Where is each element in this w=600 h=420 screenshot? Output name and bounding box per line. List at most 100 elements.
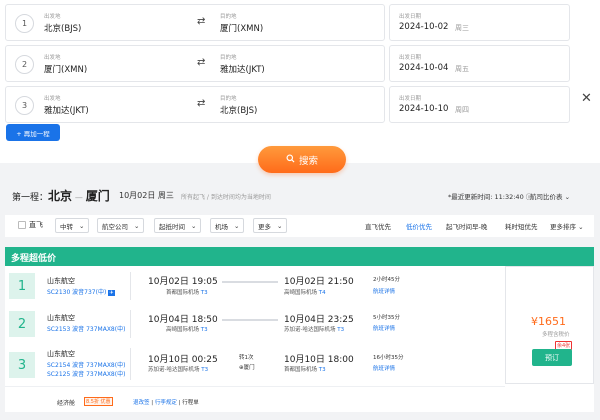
- departure-airport: 高崎国际机场 T3: [166, 327, 208, 333]
- filter-airport[interactable]: 机场 ⌄: [210, 218, 245, 233]
- route-line: [222, 319, 278, 321]
- sort-direct[interactable]: 直飞优先: [365, 221, 391, 231]
- leg-row: 3 山东航空 SC2154 波音 737MAX8(中) SC2125 波音 73…: [5, 344, 505, 386]
- divider: [130, 272, 131, 300]
- search-form-panel: 1 出发地 北京(BJS) ⇄ 目的地 厦门(XMN) 出发日期 2024-10…: [0, 0, 600, 163]
- stop-city: ⊕厦门: [239, 365, 255, 371]
- weekday: 周五: [455, 65, 469, 73]
- divider: [130, 348, 131, 380]
- swap-arrows-icon[interactable]: ⇄: [197, 57, 205, 68]
- weekday: 周四: [455, 106, 469, 114]
- trip-title: 第一程：北京 — 厦门: [12, 187, 110, 204]
- date-field[interactable]: 2024-10-04: [399, 63, 448, 73]
- flight-number: SC2154 波音 737MAX8(中): [47, 362, 126, 369]
- leg-number: 3: [9, 352, 35, 378]
- trip-number: 2: [15, 55, 34, 74]
- swap-arrows-icon[interactable]: ⇄: [197, 98, 205, 109]
- duration: 16小时35分: [373, 355, 404, 361]
- date-field[interactable]: 2024-10-02: [399, 22, 448, 32]
- filter-transfer[interactable]: 中转 ⌄: [55, 218, 90, 233]
- filter-more[interactable]: 更多 ⌄: [253, 218, 288, 233]
- airline-name: 山东航空: [47, 314, 75, 322]
- weekday: 周三: [455, 24, 469, 32]
- to-field[interactable]: 雅加达(JKT): [220, 63, 265, 75]
- airline-name: 山东航空: [47, 277, 75, 285]
- to-label: 目的地: [220, 14, 237, 20]
- sort-more[interactable]: 更多排序 ⌄: [550, 221, 584, 231]
- flight-details-link[interactable]: 航班详情: [373, 287, 395, 295]
- chevron-down-icon: ⌄: [277, 221, 283, 230]
- to-field[interactable]: 北京(BJS): [220, 104, 257, 116]
- date-field[interactable]: 2024-10-10: [399, 104, 448, 114]
- duration: 2小时45分: [373, 277, 400, 283]
- trip-date: 10月02日 周三: [119, 191, 174, 200]
- to-field[interactable]: 厦门(XMN): [220, 22, 263, 34]
- from-field[interactable]: 北京(BJS): [44, 22, 81, 34]
- route-card[interactable]: 1 出发地 北京(BJS) ⇄ 目的地 厦门(XMN): [5, 4, 385, 41]
- filter-time[interactable]: 起抵时间 ⌄: [154, 218, 202, 233]
- chevron-down-icon: ⌄: [79, 221, 85, 230]
- filter-bar: 直飞 中转 ⌄ 航空公司 ⌄ 起抵时间 ⌄ 机场 ⌄ 更多 ⌄ 直飞优先 低价优先 起飞时…: [5, 215, 594, 237]
- plane-icon: ✈: [108, 290, 115, 296]
- date-label: 出发日期: [399, 14, 422, 20]
- swap-arrows-icon[interactable]: ⇄: [197, 16, 205, 27]
- sort-duration[interactable]: 耗时短优先: [505, 221, 538, 231]
- search-button[interactable]: 搜索: [258, 146, 346, 173]
- flight-details-link[interactable]: 航班详情: [373, 364, 395, 372]
- date-card[interactable]: 出发日期 2024-10-04 周五: [389, 45, 570, 82]
- from-field[interactable]: 雅加达(JKT): [44, 104, 89, 116]
- trip-row-3: 3 出发地 雅加达(JKT) ⇄ 目的地 北京(BJS) 出发日期 2024-1…: [5, 86, 594, 123]
- date-card[interactable]: 出发日期 2024-10-02 周三: [389, 4, 570, 41]
- flight-number: SC2153 波音 737MAX8(中): [47, 326, 126, 333]
- to-label: 目的地: [220, 96, 237, 102]
- arrival-time: 10月04日 23:25: [284, 315, 354, 325]
- departure-time: 10月10日 00:25: [148, 355, 218, 365]
- direct-checkbox[interactable]: 直飞: [18, 220, 43, 230]
- arrival-time: 10月02日 21:50: [284, 277, 354, 287]
- origin-city: 北京: [48, 189, 73, 203]
- arrival-airport: 苏加诺-哈达国际机场 T3: [284, 327, 345, 333]
- close-icon[interactable]: ✕: [581, 91, 592, 106]
- dash: —: [74, 193, 83, 202]
- discount-badge: 8.5折 优惠: [84, 397, 113, 406]
- to-label: 目的地: [220, 55, 237, 61]
- route-card[interactable]: 2 出发地 厦门(XMN) ⇄ 目的地 雅加达(JKT): [5, 45, 385, 82]
- date-label: 出发日期: [399, 96, 422, 102]
- route-line: [222, 281, 278, 283]
- filter-airline[interactable]: 航空公司 ⌄: [97, 218, 145, 233]
- duration: 5小时35分: [373, 315, 400, 321]
- leg-row: 2 山东航空 SC2153 波音 737MAX8(中) 10月04日 18:50…: [5, 306, 505, 344]
- leg-number: 1: [9, 273, 35, 299]
- dest-city: 厦门: [85, 189, 110, 203]
- flight-details-link[interactable]: 航班详情: [373, 324, 395, 332]
- price-note: 多程含税价: [542, 332, 570, 338]
- add-trip-button[interactable]: + 再加一程: [6, 124, 60, 141]
- route-card[interactable]: 3 出发地 雅加达(JKT) ⇄ 目的地 北京(BJS): [5, 86, 385, 123]
- chevron-down-icon: ⌄: [191, 221, 197, 230]
- arrival-time: 10月10日 18:00: [284, 355, 354, 365]
- book-button[interactable]: 预订: [532, 349, 572, 366]
- flight-number: SC2130 波音737(中) ✈: [47, 289, 115, 296]
- sort-low-price[interactable]: 低价优先: [406, 221, 432, 231]
- fare-footer: 经济舱 8.5折 优惠 退改签 | 行李规定 | 行程单: [5, 386, 505, 412]
- baggage-link[interactable]: 行李规定: [155, 400, 177, 406]
- refund-link[interactable]: 退改签: [133, 400, 150, 406]
- fare-links: 退改签 | 行李规定 | 行程单: [133, 400, 199, 406]
- trip-number: 1: [15, 14, 34, 33]
- arrival-airport: 高崎国际机场 T4: [284, 290, 326, 296]
- last-updated: *最近更新时间: 11:32:40 ⓘ: [448, 193, 533, 201]
- airline-price-calendar[interactable]: 航司比价表 ⌄: [530, 191, 570, 201]
- from-field[interactable]: 厦门(XMN): [44, 63, 87, 75]
- chevron-down-icon: ⌄: [564, 193, 571, 201]
- sort-dep-time[interactable]: 起飞时间早-晚: [446, 221, 487, 231]
- trip-number: 3: [15, 96, 34, 115]
- timezone-note: 所有起飞 / 到达时间均为当地时间: [181, 194, 271, 201]
- date-label: 出发日期: [399, 55, 422, 61]
- trip-row-1: 1 出发地 北京(BJS) ⇄ 目的地 厦门(XMN) 出发日期 2024-10…: [5, 4, 594, 41]
- from-label: 出发地: [44, 14, 61, 20]
- itinerary-link[interactable]: 行程单: [182, 400, 199, 406]
- departure-airport: 首都国际机场 T3: [166, 290, 208, 296]
- date-card[interactable]: 出发日期 2024-10-10 周四: [389, 86, 570, 123]
- from-label: 出发地: [44, 55, 61, 61]
- leg-row: 1 山东航空 SC2130 波音737(中) ✈ 10月02日 19:05 首都国…: [5, 266, 505, 306]
